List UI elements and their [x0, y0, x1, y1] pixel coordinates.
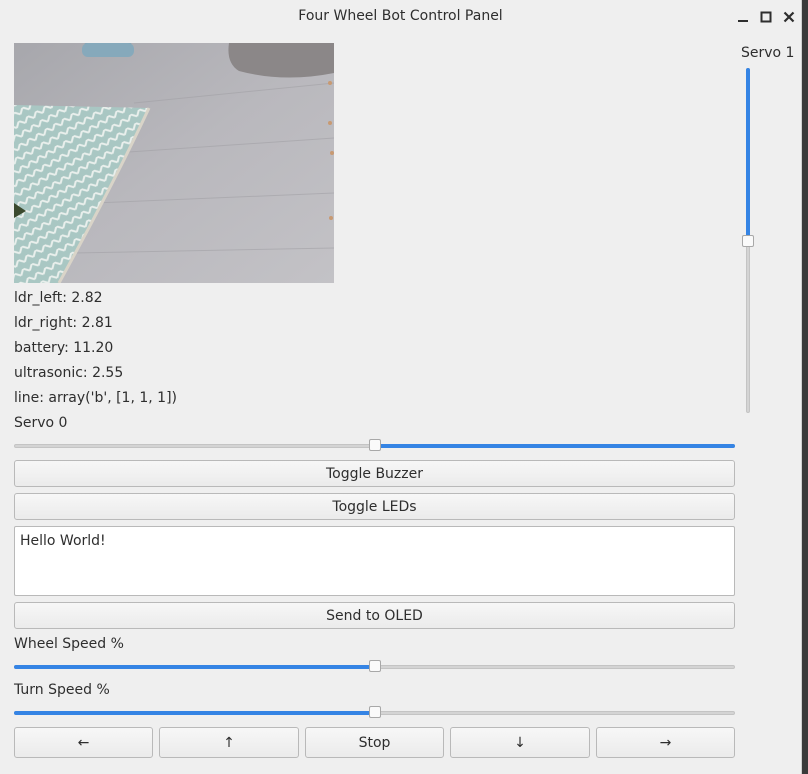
- wheel-speed-label: Wheel Speed %: [14, 636, 124, 652]
- camera-feed: [14, 43, 334, 283]
- servo1-label: Servo 1: [741, 45, 795, 61]
- minimize-button[interactable]: [734, 8, 752, 26]
- toggle-leds-button[interactable]: Toggle LEDs: [14, 493, 735, 520]
- maximize-button[interactable]: [757, 8, 775, 26]
- ldr-right-readout: ldr_right: 2.81: [14, 315, 113, 331]
- right-arrow-button[interactable]: →: [596, 727, 735, 758]
- slider-fill: [14, 665, 375, 669]
- oled-text-input[interactable]: Hello World!: [14, 526, 735, 596]
- stop-button[interactable]: Stop: [305, 727, 444, 758]
- main-window: Four Wheel Bot Control Panel ldr_left: 2…: [0, 0, 802, 774]
- title-bar: Four Wheel Bot Control Panel: [0, 0, 801, 34]
- battery-readout: battery: 11.20: [14, 340, 114, 356]
- ultrasonic-readout: ultrasonic: 2.55: [14, 365, 124, 381]
- close-icon: [783, 11, 795, 23]
- slider-fill: [375, 444, 735, 448]
- slider-handle[interactable]: [369, 706, 381, 718]
- wheel-speed-slider[interactable]: [14, 659, 735, 675]
- window-title: Four Wheel Bot Control Panel: [298, 8, 503, 24]
- backward-arrow-button[interactable]: ↓: [450, 727, 590, 758]
- slider-handle[interactable]: [742, 235, 754, 247]
- servo0-slider[interactable]: [14, 438, 735, 454]
- left-arrow-button[interactable]: ←: [14, 727, 153, 758]
- slider-fill: [746, 68, 750, 241]
- servo0-label: Servo 0: [14, 415, 68, 431]
- close-button[interactable]: [780, 8, 798, 26]
- servo1-slider[interactable]: [741, 68, 755, 413]
- turn-speed-label: Turn Speed %: [14, 682, 110, 698]
- send-to-oled-button[interactable]: Send to OLED: [14, 602, 735, 629]
- slider-fill: [14, 711, 375, 715]
- toggle-buzzer-button[interactable]: Toggle Buzzer: [14, 460, 735, 487]
- maximize-icon: [760, 11, 772, 23]
- minimize-icon: [738, 20, 748, 22]
- forward-arrow-button[interactable]: ↑: [159, 727, 299, 758]
- ldr-left-readout: ldr_left: 2.82: [14, 290, 103, 306]
- line-sensor-readout: line: array('b', [1, 1, 1]): [14, 390, 177, 406]
- slider-handle[interactable]: [369, 439, 381, 451]
- turn-speed-slider[interactable]: [14, 705, 735, 721]
- slider-handle[interactable]: [369, 660, 381, 672]
